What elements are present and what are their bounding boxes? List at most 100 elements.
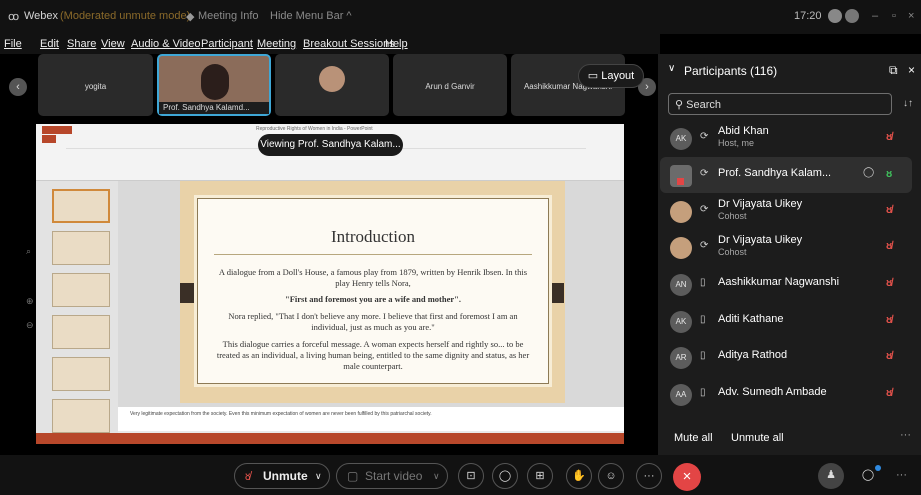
menu-file[interactable]: File bbox=[4, 38, 22, 50]
moderated-mode-label: (Moderated unmute mode) bbox=[60, 10, 191, 22]
phone-device-icon: ▯ bbox=[700, 350, 706, 361]
slide-thumbnail[interactable] bbox=[52, 315, 110, 349]
menu-audio-video[interactable]: Audio & Video bbox=[131, 38, 201, 50]
participant-row[interactable]: AK ⟳ Abid Khan Host, me ᴕ̸ bbox=[660, 120, 912, 156]
muted-mic-icon[interactable]: ᴕ̸ bbox=[886, 131, 892, 143]
participant-row[interactable]: ⟳ Dr Vijayata Uikey Cohost ᴕ̸ bbox=[660, 193, 912, 229]
menu-help[interactable]: Help bbox=[385, 38, 408, 50]
avatar bbox=[319, 66, 345, 92]
speaker-video bbox=[201, 64, 229, 100]
participant-role: Cohost bbox=[718, 247, 747, 257]
participant-row[interactable]: AR ▯ Aditya Rathod ᴕ̸ bbox=[660, 339, 912, 375]
slide-thumbnail[interactable] bbox=[52, 357, 110, 391]
tile-name: yogita bbox=[84, 82, 107, 91]
video-off-icon: ▢ bbox=[347, 469, 359, 483]
participant-row[interactable]: ⟳ Dr Vijayata Uikey Cohost ᴕ̸ bbox=[660, 229, 912, 265]
collapse-chevron-icon[interactable]: ∨ bbox=[668, 63, 675, 74]
chat-icon[interactable]: ◯ bbox=[863, 167, 874, 178]
menu-participant[interactable]: Participant bbox=[201, 38, 253, 50]
record-button[interactable]: ◯ bbox=[492, 463, 518, 489]
start-video-button[interactable]: ▢ Start video ∨ bbox=[336, 463, 448, 489]
apps-button[interactable]: ⊞ bbox=[527, 463, 553, 489]
avatar: AK bbox=[670, 311, 692, 333]
muted-mic-icon[interactable]: ᴕ̸ bbox=[886, 204, 892, 216]
muted-mic-icon[interactable]: ᴕ̸ bbox=[886, 277, 892, 289]
video-filmstrip: ‹ yogita Prof. Sandhya Kalamd... Arun d … bbox=[0, 54, 660, 120]
more-options-icon[interactable]: ··· bbox=[900, 429, 911, 441]
muted-mic-icon[interactable]: ᴕ̸ bbox=[886, 387, 892, 399]
participant-name: Abid Khan bbox=[718, 125, 769, 137]
meeting-info-button[interactable]: Meeting Info bbox=[198, 10, 259, 22]
video-tile-active-speaker[interactable]: Prof. Sandhya Kalamd... bbox=[157, 54, 271, 116]
avatar: AN bbox=[670, 274, 692, 296]
close-panel-icon[interactable]: × bbox=[908, 63, 915, 77]
meeting-info-icon: ◆ bbox=[186, 11, 195, 23]
more-options-icon[interactable]: ··· bbox=[896, 469, 907, 481]
reactions-button[interactable]: ☺ bbox=[598, 463, 624, 489]
share-button[interactable]: ⊡ bbox=[458, 463, 484, 489]
participants-button[interactable]: ♟ bbox=[818, 463, 844, 489]
muted-mic-icon[interactable]: ᴕ̸ bbox=[886, 240, 892, 252]
menu-view[interactable]: View bbox=[101, 38, 125, 50]
popout-icon[interactable]: ⧉ bbox=[889, 63, 898, 78]
raise-hand-button[interactable]: ✋ bbox=[566, 463, 592, 489]
zoom-out-icon[interactable]: ⊖ bbox=[26, 320, 34, 331]
clock: 17:20 bbox=[794, 10, 822, 22]
tile-name: Prof. Sandhya Kalamd... bbox=[159, 102, 269, 114]
slide-thumbnail[interactable] bbox=[52, 273, 110, 307]
unmuted-mic-icon[interactable]: ᴕ bbox=[886, 168, 892, 180]
sort-icon[interactable]: ↓↑ bbox=[903, 98, 913, 109]
mute-controls: Mute all Unmute all ··· bbox=[660, 424, 921, 450]
slide-thumbnail[interactable] bbox=[52, 189, 110, 223]
more-button[interactable]: ··· bbox=[636, 463, 662, 489]
mute-all-button[interactable]: Mute all bbox=[674, 432, 713, 444]
title-bar: ꝏ Webex (Moderated unmute mode) ◆ Meetin… bbox=[0, 0, 921, 34]
powerpoint-status-bar bbox=[36, 433, 624, 444]
avatar bbox=[670, 237, 692, 259]
video-tile[interactable] bbox=[275, 54, 389, 116]
participant-row[interactable]: AK ▯ Aditi Kathane ᴕ̸ bbox=[660, 303, 912, 339]
speaker-notes: Very legitimate expectation from the soc… bbox=[118, 407, 624, 431]
muted-mic-icon: ᴕ̸ bbox=[245, 469, 251, 483]
slide-thumbnail[interactable] bbox=[52, 399, 110, 433]
participant-row[interactable]: AN ▯ Aashikkumar Nagwanshi ᴕ̸ bbox=[660, 266, 912, 302]
participant-row-presenter[interactable]: ⟳ Prof. Sandhya Kalam... ◯ ᴕ bbox=[660, 157, 912, 193]
zoom-icon[interactable]: ⌕ bbox=[26, 246, 31, 257]
participant-search[interactable]: ⚲ Search bbox=[668, 93, 892, 115]
menu-bar: File Edit Share View Audio & Video Parti… bbox=[0, 34, 660, 54]
audio-connection-icon: ⟳ bbox=[700, 168, 709, 179]
layout-button[interactable]: ▭ Layout bbox=[578, 64, 644, 88]
audio-connection-icon: ⟳ bbox=[700, 240, 709, 251]
unmute-all-button[interactable]: Unmute all bbox=[731, 432, 784, 444]
slide-thumbnail[interactable] bbox=[52, 231, 110, 265]
layout-label: Layout bbox=[601, 70, 635, 82]
settings-icon[interactable] bbox=[828, 9, 842, 23]
avatar bbox=[670, 201, 692, 223]
participant-row[interactable]: AA ▯ Adv. Sumedh Ambade ᴕ̸ bbox=[660, 376, 912, 412]
zoom-in-icon[interactable]: ⊕ bbox=[26, 296, 34, 307]
phone-device-icon: ▯ bbox=[700, 277, 706, 288]
menu-breakout-sessions[interactable]: Breakout Sessions bbox=[303, 38, 395, 50]
muted-mic-icon[interactable]: ᴕ̸ bbox=[886, 350, 892, 362]
leave-meeting-button[interactable]: × bbox=[673, 463, 701, 491]
slide-quote: "First and foremost you are a wife and m… bbox=[284, 294, 462, 304]
menu-share[interactable]: Share bbox=[67, 38, 96, 50]
slide-paragraph: A dialogue from a Doll's House, a famous… bbox=[218, 267, 528, 288]
video-tile[interactable]: Arun d Ganvir bbox=[393, 54, 507, 116]
avatar[interactable] bbox=[845, 9, 859, 23]
hide-menu-bar-button[interactable]: Hide Menu Bar ^ bbox=[270, 10, 352, 22]
participant-name: Aditi Kathane bbox=[718, 313, 784, 325]
maximize-icon[interactable]: ▫ bbox=[892, 10, 896, 22]
minimize-icon[interactable]: – bbox=[872, 10, 878, 22]
close-icon[interactable]: × bbox=[908, 10, 914, 22]
video-tile[interactable]: yogita bbox=[38, 54, 153, 116]
menu-edit[interactable]: Edit bbox=[40, 38, 59, 50]
filmstrip-prev-button[interactable]: ‹ bbox=[9, 78, 27, 96]
menu-meeting[interactable]: Meeting bbox=[257, 38, 296, 50]
audio-connection-icon: ⟳ bbox=[700, 204, 709, 215]
unmute-button[interactable]: ᴕ̸ Unmute ∨ bbox=[234, 463, 330, 489]
chevron-down-icon: ∨ bbox=[315, 471, 322, 481]
slide-content: Introduction A dialogue from a Doll's Ho… bbox=[194, 195, 552, 387]
muted-mic-icon[interactable]: ᴕ̸ bbox=[886, 314, 892, 326]
search-placeholder: Search bbox=[686, 99, 721, 111]
